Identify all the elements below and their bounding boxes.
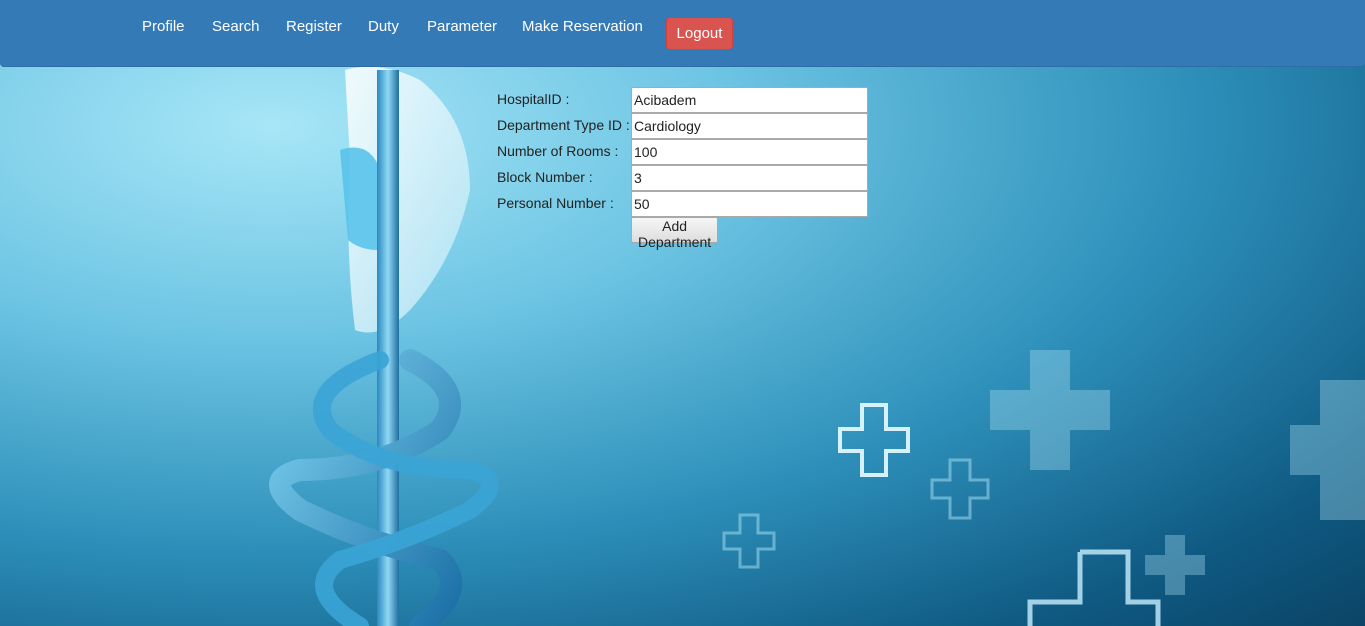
logout-button[interactable]: Logout xyxy=(666,17,733,50)
top-navbar: Profile Search Register Duty Parameter M… xyxy=(0,0,1365,67)
personal-number-label: Personal Number : xyxy=(497,195,614,211)
hospital-id-input[interactable] xyxy=(631,87,868,113)
department-type-id-input[interactable] xyxy=(631,113,868,139)
personal-number-input[interactable] xyxy=(631,191,868,217)
number-of-rooms-input[interactable] xyxy=(631,139,868,165)
add-department-button[interactable]: Add Department xyxy=(631,217,719,250)
department-type-id-label: Department Type ID : xyxy=(497,117,630,133)
nav-profile-link[interactable]: Profile xyxy=(142,18,185,36)
block-number-label: Block Number : xyxy=(497,169,593,185)
nav-parameter-link[interactable]: Parameter xyxy=(427,18,497,36)
number-of-rooms-label: Number of Rooms : xyxy=(497,143,619,159)
block-number-input[interactable] xyxy=(631,165,868,191)
nav-register-link[interactable]: Register xyxy=(286,18,342,36)
hospital-id-label: HospitalID : xyxy=(497,91,570,107)
nav-make-reservation-link[interactable]: Make Reservation xyxy=(522,18,643,36)
nav-search-link[interactable]: Search xyxy=(212,18,260,36)
nav-duty-link[interactable]: Duty xyxy=(368,18,399,36)
